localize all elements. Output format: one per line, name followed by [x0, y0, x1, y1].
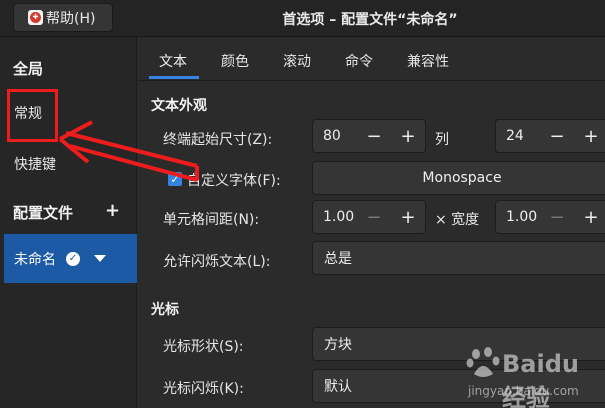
cell-width-decrement-button[interactable]: − — [540, 201, 574, 233]
custom-font-checkbox[interactable]: ✓ — [168, 172, 182, 186]
columns-decrement-button[interactable]: − — [357, 120, 391, 152]
rows-increment-button[interactable]: + — [574, 120, 605, 152]
profile-menu-caret-icon[interactable] — [94, 255, 106, 262]
blink-text-value: 总是 — [324, 251, 352, 267]
cell-height-value: 1.00 — [323, 209, 355, 225]
default-check-icon: ✓ — [66, 251, 80, 266]
rows-decrement-button[interactable]: − — [540, 120, 574, 152]
rows-value: 24 — [506, 128, 524, 144]
help-label: 帮助(H) — [46, 10, 96, 27]
help-menu-button[interactable]: ✚ 帮助(H) — [13, 3, 113, 32]
tab-bar: 文本 颜色 滚动 命令 兼容性 — [138, 37, 605, 81]
tab-scrolling[interactable]: 滚动 — [283, 51, 311, 71]
blink-text-dropdown[interactable]: 总是 — [312, 241, 605, 275]
cell-height-increment-button[interactable]: + — [391, 201, 425, 233]
cell-width-increment-button[interactable]: + — [574, 201, 605, 233]
blink-text-label: 允许闪烁文本(L): — [163, 254, 271, 270]
sidebar-heading-global: 全局 — [13, 60, 44, 78]
cursor-shape-dropdown[interactable]: 方块 — [312, 327, 605, 361]
cell-width-value: 1.00 — [506, 209, 538, 225]
active-tab-indicator — [149, 76, 199, 79]
cell-width-spinbutton[interactable]: 1.00 − + — [495, 200, 605, 234]
cell-spacing-label: 单元格间距(N): — [163, 212, 260, 228]
header-bar: ✚ 帮助(H) 首选项 – 配置文件“未命名” — [0, 0, 605, 37]
columns-unit-label: 列 — [435, 132, 449, 148]
cursor-blink-label: 光标闪烁(K): — [163, 381, 244, 397]
rows-spinbutton[interactable]: 24 − + — [495, 119, 605, 153]
profile-name: 未命名 — [14, 251, 56, 268]
cell-height-spinbutton[interactable]: 1.00 − + — [312, 200, 426, 234]
columns-spinbutton[interactable]: 80 − + — [312, 119, 426, 153]
cell-height-decrement-button[interactable]: − — [357, 201, 391, 233]
section-text-appearance: 文本外观 — [151, 98, 207, 114]
main-panel: 文本 颜色 滚动 命令 兼容性 文本外观 终端起始尺寸(Z): 80 − + 列… — [138, 37, 605, 408]
preferences-window: ✚ 帮助(H) 首选项 – 配置文件“未命名” 全局 常规 快捷键 配置文件 +… — [0, 0, 605, 408]
window-title: 首选项 – 配置文件“未命名” — [282, 12, 458, 28]
sidebar-item-profile[interactable]: 未命名 ✓ — [4, 234, 137, 283]
tab-compatibility[interactable]: 兼容性 — [407, 51, 449, 71]
font-value: Monospace — [422, 170, 502, 186]
cursor-shape-label: 光标形状(S): — [163, 339, 244, 355]
highlight-box-annotation — [7, 89, 58, 142]
columns-value: 80 — [323, 128, 341, 144]
sidebar-item-shortcuts[interactable]: 快捷键 — [14, 154, 56, 174]
cursor-shape-value: 方块 — [324, 337, 352, 353]
columns-increment-button[interactable]: + — [391, 120, 425, 152]
cell-width-label: × 宽度 — [435, 212, 480, 228]
tab-colors[interactable]: 颜色 — [221, 51, 249, 71]
add-profile-button[interactable]: + — [105, 200, 120, 221]
font-chooser-button[interactable]: Monospace — [312, 161, 605, 195]
section-cursor: 光标 — [151, 302, 179, 318]
custom-font-label: 自定义字体(F): — [187, 173, 281, 189]
tab-text[interactable]: 文本 — [159, 51, 187, 71]
help-icon: ✚ — [28, 10, 43, 25]
cursor-blink-dropdown[interactable]: 默认 — [312, 369, 605, 403]
terminal-size-label: 终端起始尺寸(Z): — [163, 132, 273, 148]
tab-command[interactable]: 命令 — [345, 51, 373, 71]
cursor-blink-value: 默认 — [324, 379, 352, 395]
sidebar-heading-profiles: 配置文件 — [13, 204, 74, 222]
